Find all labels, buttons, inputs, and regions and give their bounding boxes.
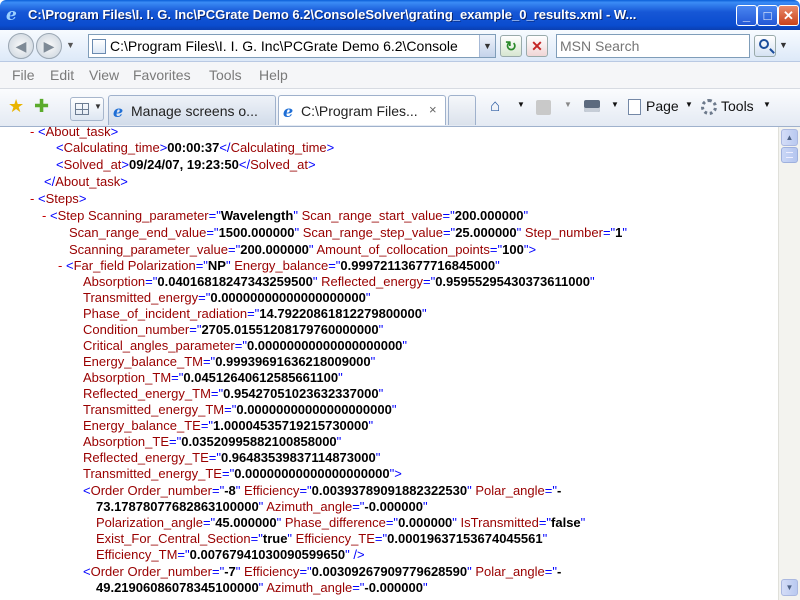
xml-line: Transmitted_energy_TM="0.000000000000000…: [83, 402, 397, 417]
close-tab-icon[interactable]: ×: [429, 102, 437, 117]
xml-line: Reflected_energy_TM="0.95427051023632337…: [83, 386, 384, 401]
xml-line: - <Far_field Polarization="NP" Energy_ba…: [58, 258, 500, 273]
menu-help[interactable]: Help: [259, 67, 288, 83]
tab-bar: ★ ✚ ▼ e Manage screens o... e C:\Program…: [0, 89, 800, 127]
close-window-button[interactable]: ✕: [778, 5, 799, 26]
address-input[interactable]: C:\Program Files\I. I. G. Inc\PCGrate De…: [110, 38, 478, 54]
xml-line: Reflected_energy_TE="0.96483539837114873…: [83, 450, 381, 465]
xml-line: Polarization_angle="45.000000" Phase_dif…: [96, 515, 586, 530]
address-bar[interactable]: C:\Program Files\I. I. G. Inc\PCGrate De…: [88, 34, 496, 58]
xml-line: Scan_range_end_value="1500.000000" Scan_…: [69, 225, 628, 240]
xml-line: 49.21906086078345100000" Azimuth_angle="…: [96, 580, 428, 595]
tools-dropdown-icon[interactable]: ▼: [763, 100, 771, 109]
xml-line: Transmitted_energy_TE="0.000000000000000…: [83, 466, 402, 481]
vertical-scrollbar[interactable]: ▲ ▼: [778, 127, 800, 600]
window-title: C:\Program Files\I. I. G. Inc\PCGrate De…: [28, 7, 637, 22]
search-input[interactable]: [560, 37, 744, 55]
feeds-icon: [536, 100, 551, 115]
xml-line: Energy_balance_TE="1.0000453571921573000…: [83, 418, 374, 433]
refresh-icon: ↻: [505, 38, 517, 54]
quick-tabs-icon: [75, 103, 89, 115]
quick-tabs-button[interactable]: ▼: [70, 97, 104, 121]
add-favorites-icon[interactable]: ✚: [34, 96, 49, 117]
new-tab-button[interactable]: [448, 95, 476, 125]
xml-line: Critical_angles_parameter="0.00000000000…: [83, 338, 408, 353]
ie-page-icon: e: [113, 102, 124, 121]
xml-line: - <Step Scanning_parameter="Wavelength" …: [42, 208, 529, 223]
home-dropdown-icon[interactable]: ▼: [517, 100, 525, 109]
tools-menu-button[interactable]: Tools: [721, 98, 754, 114]
print-dropdown-icon[interactable]: ▼: [611, 100, 619, 109]
tab-list-dropdown-icon[interactable]: ▼: [94, 102, 102, 111]
search-icon: [759, 39, 769, 49]
forward-button[interactable]: ▶: [36, 33, 62, 59]
maximize-button[interactable]: □: [757, 5, 778, 26]
xml-line: </About_task>: [44, 174, 128, 189]
page-menu-button[interactable]: Page: [646, 98, 679, 114]
xml-line: Scanning_parameter_value="200.000000" Am…: [69, 242, 537, 257]
tab-xml-results[interactable]: e C:\Program Files... ×: [278, 95, 446, 125]
menu-bar: File Edit View Favorites Tools Help: [0, 62, 800, 89]
xml-line: 73.17878077682863100000" Azimuth_angle="…: [96, 499, 428, 514]
page-menu-icon[interactable]: [628, 99, 641, 115]
feeds-dropdown-icon: ▼: [564, 100, 572, 109]
scroll-thumb[interactable]: [781, 147, 798, 163]
collapse-toggle[interactable]: -: [30, 127, 34, 139]
back-button[interactable]: ◀: [8, 33, 34, 59]
xml-line: <Order Order_number="-8" Efficiency="0.0…: [83, 483, 562, 498]
xml-line: Absorption="0.04016818247343259500" Refl…: [83, 274, 595, 289]
tab-label: Manage screens o...: [131, 103, 258, 119]
xml-line: Phase_of_incident_radiation="14.79220861…: [83, 306, 427, 321]
xml-line: Absorption_TE="0.03520995882100858000": [83, 434, 342, 449]
refresh-button[interactable]: ↻: [500, 35, 522, 57]
xml-line: Condition_number="2705.01551208179760000…: [83, 322, 384, 337]
ie-logo-icon: e: [6, 5, 17, 25]
xml-line: - <Steps>: [30, 191, 87, 206]
minimize-button[interactable]: _: [736, 5, 757, 26]
recent-pages-dropdown-icon[interactable]: ▼: [66, 40, 75, 50]
menu-file[interactable]: File: [12, 67, 35, 83]
xml-line: <Calculating_time>00:00:37</Calculating_…: [56, 140, 335, 155]
tab-manage-screens[interactable]: e Manage screens o...: [108, 95, 276, 125]
xml-line: Absorption_TM="0.0451264061258566110​0": [83, 370, 343, 385]
scroll-up-button[interactable]: ▲: [781, 129, 798, 146]
scroll-down-button[interactable]: ▼: [781, 579, 798, 596]
xml-line: Efficiency_TM="0.00767941030090599650" /…: [96, 547, 365, 562]
title-bar: e C:\Program Files\I. I. G. Inc\PCGrate …: [0, 0, 800, 30]
down-arrow-icon: ▼: [785, 583, 794, 592]
favorites-center-icon[interactable]: ★: [8, 96, 24, 117]
collapse-toggle[interactable]: -: [58, 258, 62, 273]
forward-arrow-icon: ▶: [43, 38, 55, 54]
stop-icon: ✕: [531, 38, 543, 54]
tab-label: C:\Program Files...: [301, 103, 418, 119]
xml-line: Exist_For_Central_Section="true" Efficie…: [96, 531, 548, 546]
collapse-toggle[interactable]: -: [30, 191, 34, 206]
ie-page-icon: e: [283, 102, 294, 121]
menu-tools[interactable]: Tools: [209, 67, 242, 83]
page-icon: [92, 39, 106, 54]
up-arrow-icon: ▲: [785, 133, 794, 142]
menu-view[interactable]: View: [89, 67, 119, 83]
home-icon[interactable]: ⌂: [490, 96, 500, 116]
search-options-dropdown-icon[interactable]: ▼: [779, 40, 788, 50]
collapse-toggle[interactable]: -: [42, 208, 46, 223]
search-button[interactable]: [754, 35, 776, 57]
menu-favorites[interactable]: Favorites: [133, 67, 191, 83]
xml-line: - <About_task>: [30, 127, 118, 140]
address-dropdown-icon[interactable]: ▼: [479, 35, 495, 57]
address-toolbar: ◀ ▶ ▼ C:\Program Files\I. I. G. Inc\PCGr…: [0, 30, 800, 62]
back-arrow-icon: ◀: [15, 38, 27, 54]
menu-edit[interactable]: Edit: [50, 67, 74, 83]
xml-line: Transmitted_energy="0.000000000000000000…: [83, 290, 371, 305]
gear-icon[interactable]: [701, 99, 717, 115]
print-icon[interactable]: [584, 100, 600, 112]
grip-icon: [786, 152, 793, 158]
stop-button[interactable]: ✕: [526, 35, 548, 57]
xml-line: Energy_balance_TM="0.9993969163621800900…: [83, 354, 376, 369]
xml-document-view: - <About_task> <Calculating_time>00:00:3…: [0, 127, 778, 600]
xml-line: <Order Order_number="-7" Efficiency="0.0…: [83, 564, 562, 579]
search-box[interactable]: [556, 34, 750, 58]
xml-line: <Solved_at>09/24/07, 19:23:50</Solved_at…: [56, 157, 316, 172]
page-dropdown-icon[interactable]: ▼: [685, 100, 693, 109]
